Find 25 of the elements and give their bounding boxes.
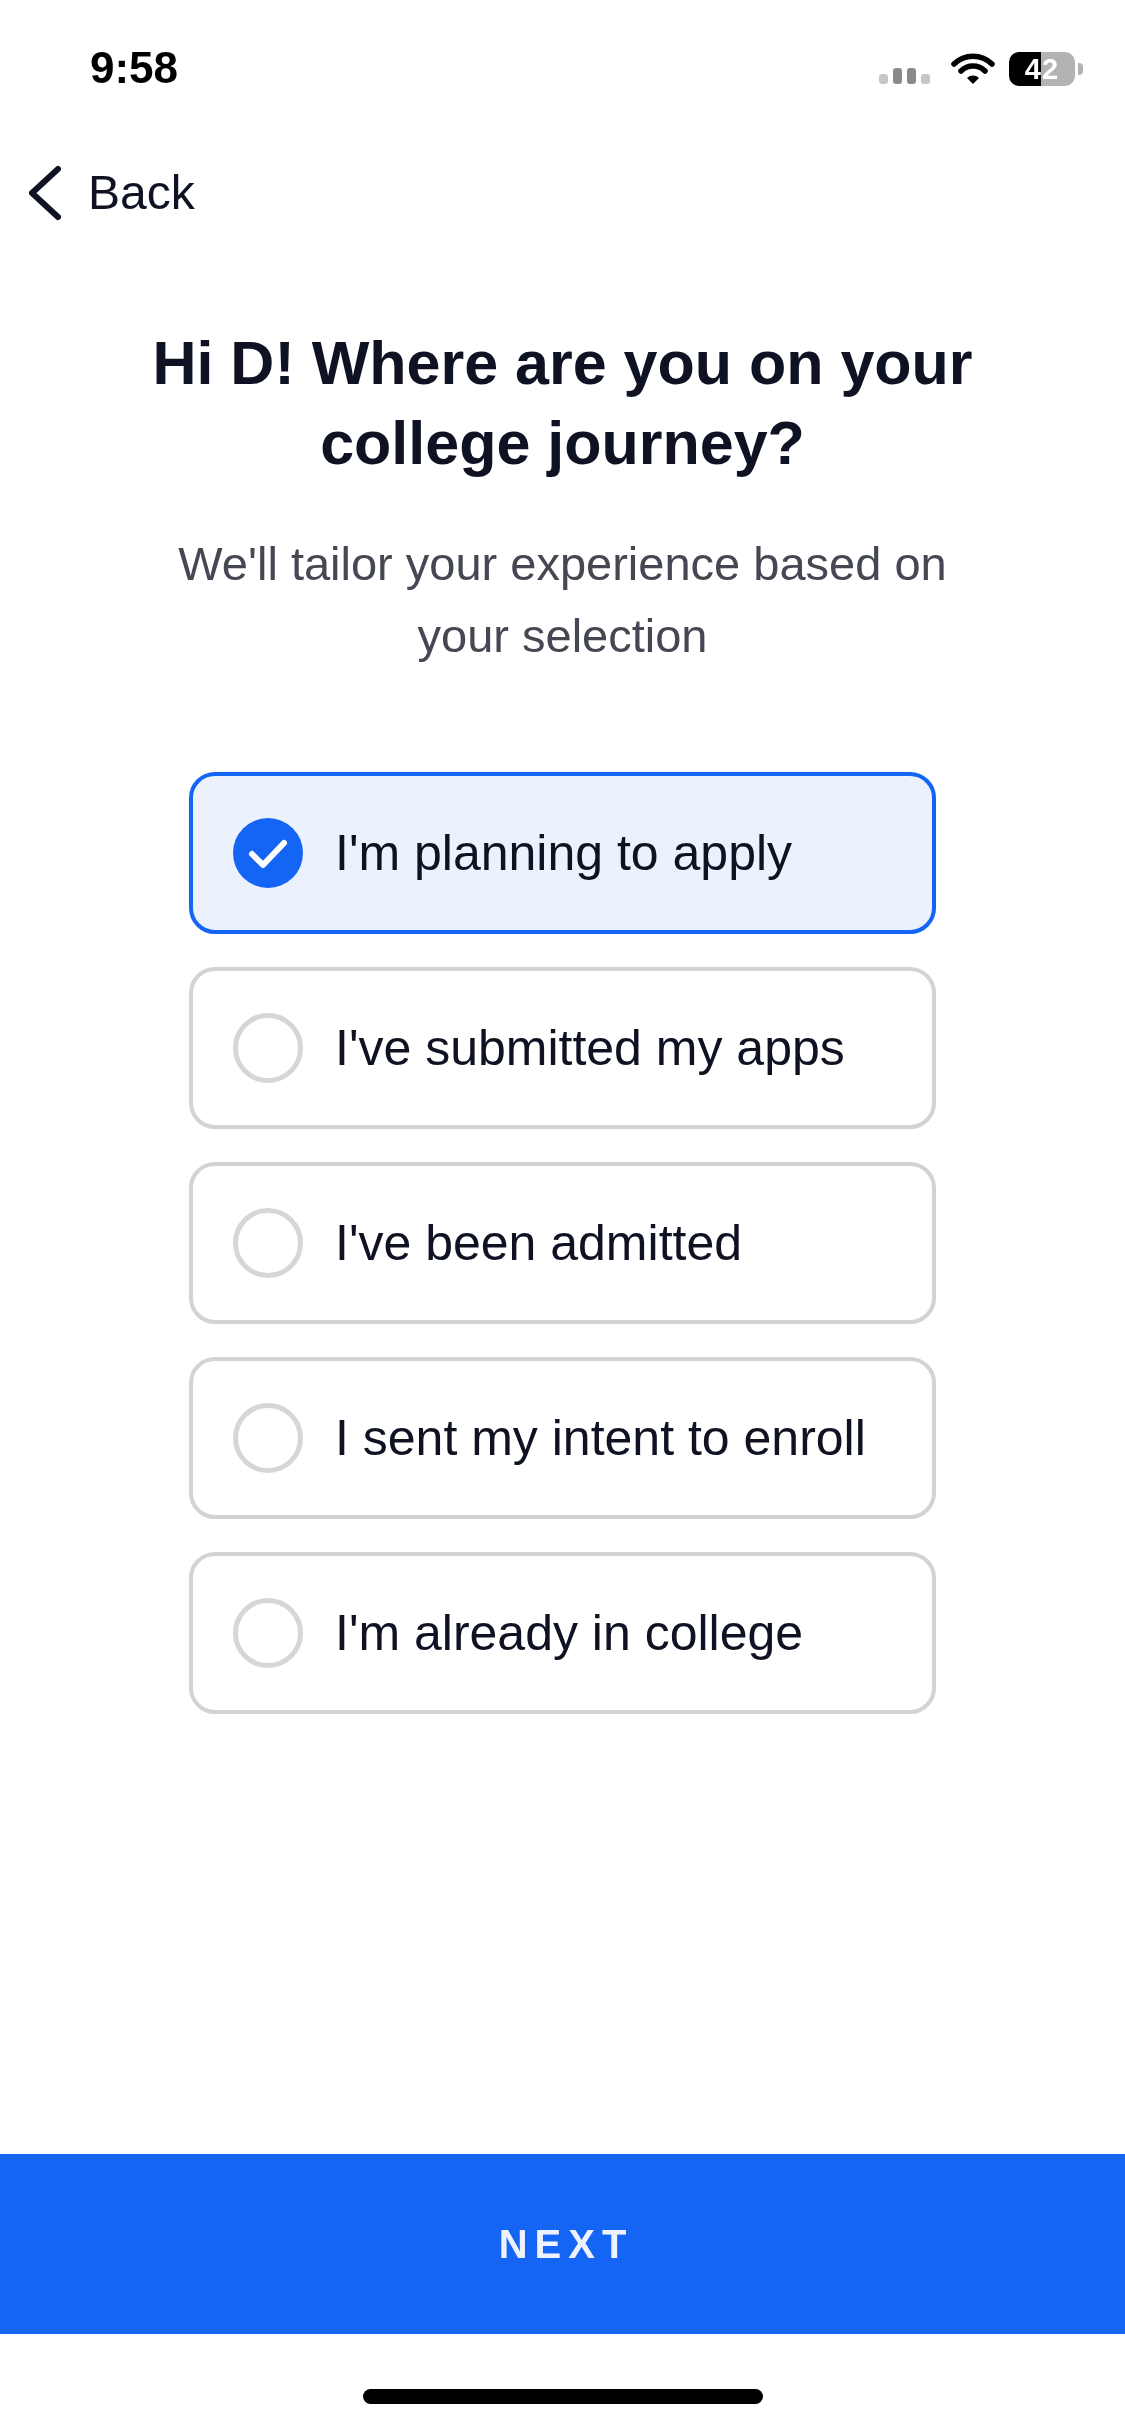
back-button[interactable]: Back	[26, 163, 195, 223]
empty-circle-icon	[233, 1208, 303, 1278]
status-time: 9:58	[90, 42, 179, 94]
option-label: I sent my intent to enroll	[335, 1409, 866, 1468]
page-subtitle: We'll tailor your experience based on your selection	[177, 536, 948, 664]
option-button[interactable]: I'm planning to apply	[189, 772, 936, 934]
option-label: I'm already in college	[335, 1604, 804, 1663]
option-label: I've been admitted	[335, 1214, 743, 1273]
next-button[interactable]: NEXT	[0, 2154, 1125, 2334]
wifi-icon	[951, 52, 995, 86]
option-button[interactable]: I'm already in college	[189, 1552, 936, 1714]
battery-cap-icon	[1078, 63, 1083, 75]
check-circle-icon	[233, 818, 303, 888]
option-button[interactable]: I sent my intent to enroll	[189, 1357, 936, 1519]
option-button[interactable]: I've submitted my apps	[189, 967, 936, 1129]
page-title: Hi D! Where are you on your college journey?	[151, 328, 974, 479]
empty-circle-icon	[233, 1013, 303, 1083]
chevron-left-icon	[26, 165, 62, 221]
option-label: I've submitted my apps	[335, 1019, 845, 1078]
option-label: I'm planning to apply	[335, 824, 793, 883]
signal-icon	[879, 68, 931, 84]
option-button[interactable]: I've been admitted	[189, 1162, 936, 1324]
empty-circle-icon	[233, 1403, 303, 1473]
empty-circle-icon	[233, 1598, 303, 1668]
battery-indicator: 42	[1009, 52, 1075, 86]
